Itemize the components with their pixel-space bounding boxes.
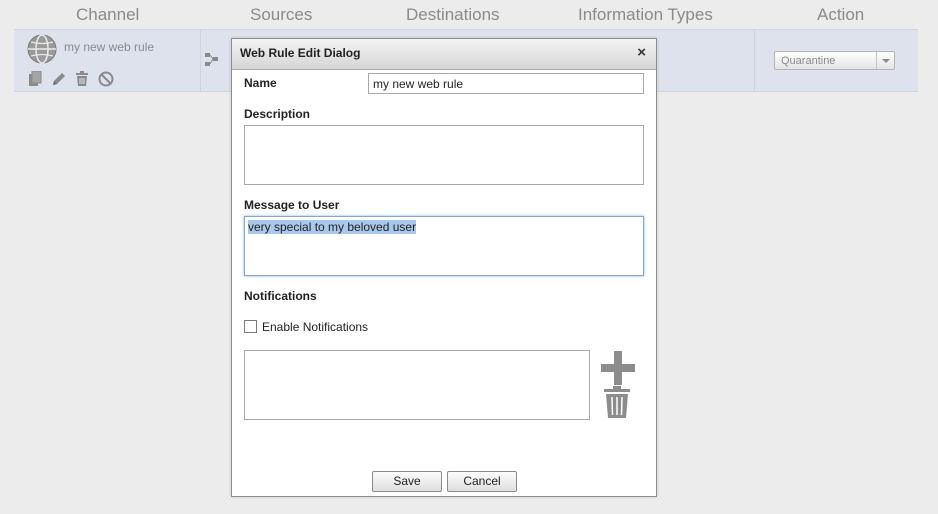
column-header-information-types[interactable]: Information Types (578, 5, 713, 25)
cancel-button[interactable]: Cancel (447, 471, 517, 492)
notifications-list[interactable] (244, 350, 590, 420)
disable-icon[interactable] (98, 71, 114, 87)
save-button[interactable]: Save (372, 471, 442, 492)
plus-icon[interactable] (601, 351, 635, 385)
close-icon[interactable]: × (637, 44, 646, 61)
enable-notifications-checkbox[interactable] (244, 320, 257, 333)
notifications-label: Notifications (244, 289, 317, 303)
trash-icon[interactable] (603, 386, 631, 418)
selected-message-text: very special to my beloved user (248, 220, 417, 234)
column-header-sources[interactable]: Sources (250, 5, 312, 25)
description-textarea[interactable] (244, 125, 644, 185)
edit-pencil-icon[interactable] (51, 71, 66, 87)
column-divider (754, 30, 755, 91)
enable-notifications-label[interactable]: Enable Notifications (262, 320, 368, 334)
dialog-title: Web Rule Edit Dialog (240, 46, 361, 60)
name-label: Name (244, 76, 277, 90)
trash-icon[interactable] (75, 71, 89, 87)
column-header-action[interactable]: Action (817, 5, 864, 25)
copy-icon[interactable] (28, 71, 42, 87)
rule-name[interactable]: my new web rule (64, 40, 154, 54)
action-select[interactable]: Quarantine (774, 51, 895, 70)
column-divider (200, 30, 201, 91)
description-label: Description (244, 107, 311, 121)
sources-icon[interactable] (205, 52, 221, 68)
dialog-titlebar[interactable]: Web Rule Edit Dialog × (232, 39, 656, 70)
name-input[interactable]: my new web rule (368, 73, 644, 94)
chevron-down-icon[interactable] (876, 52, 894, 69)
message-to-user-textarea[interactable]: very special to my beloved user (244, 216, 644, 276)
column-header-destinations[interactable]: Destinations (406, 5, 500, 25)
action-select-value: Quarantine (781, 55, 836, 67)
globe-icon (27, 34, 57, 64)
web-rule-edit-dialog: Web Rule Edit Dialog × Name my new web r… (231, 38, 657, 497)
column-header-channel[interactable]: Channel (76, 5, 139, 25)
message-to-user-label: Message to User (244, 198, 340, 212)
